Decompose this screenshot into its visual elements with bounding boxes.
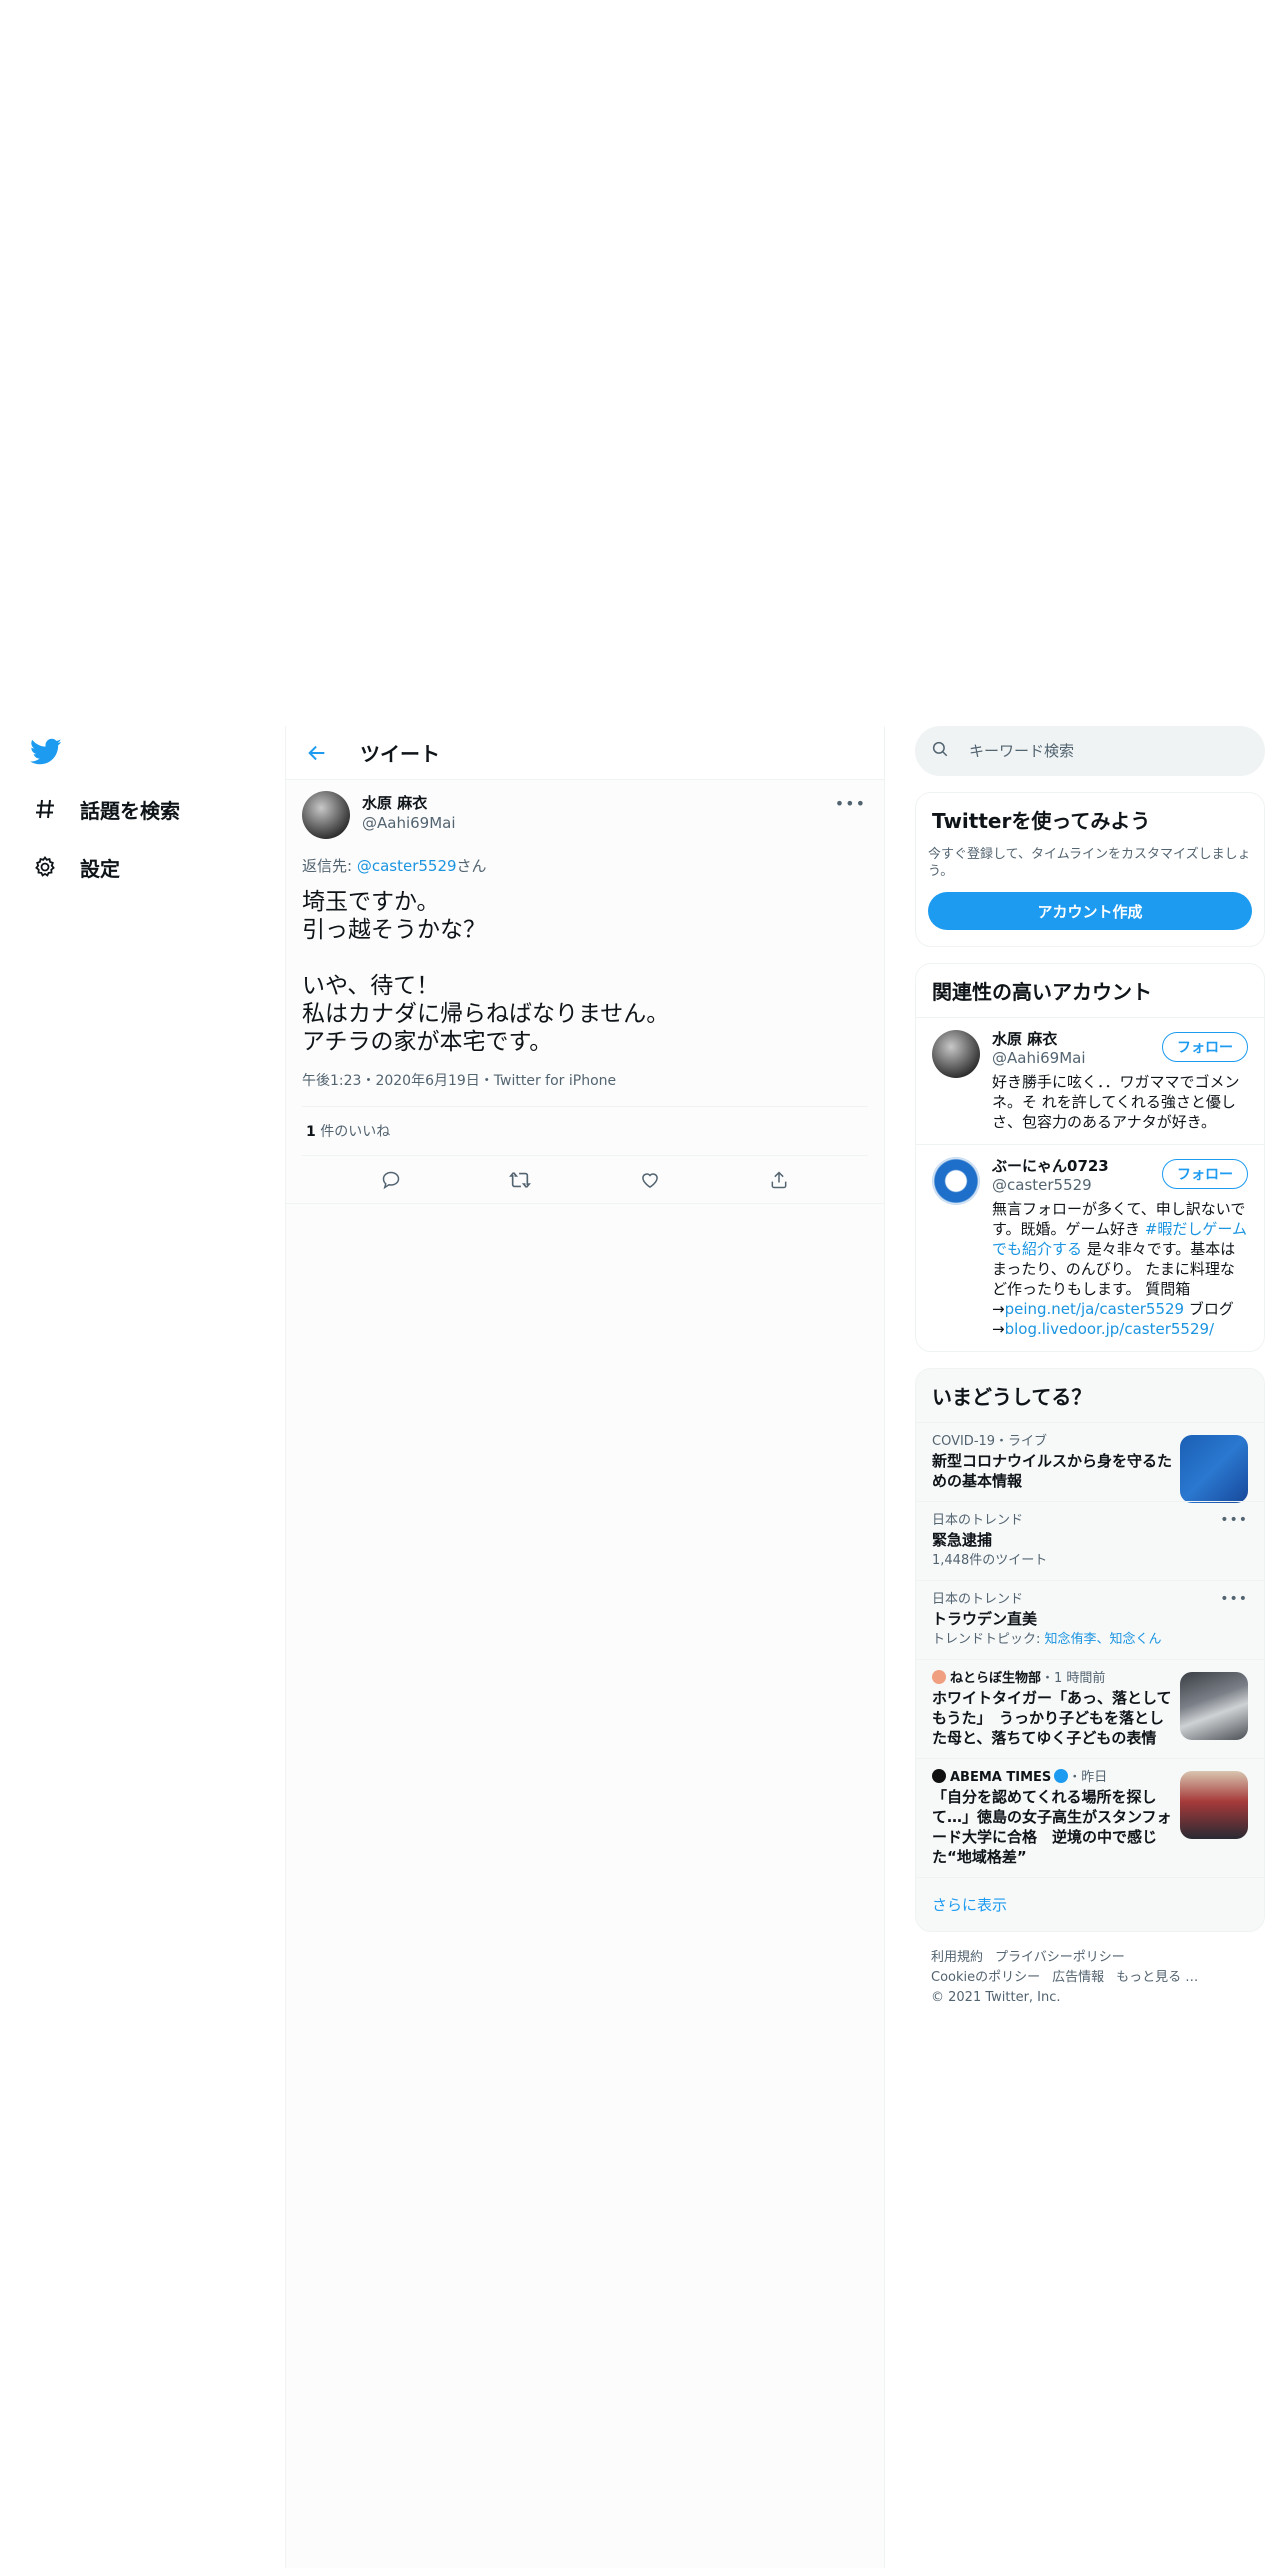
search-input[interactable] bbox=[969, 742, 1219, 760]
likes-count: 1 bbox=[306, 1124, 316, 1140]
main-header: ツイート bbox=[286, 726, 884, 780]
trend-title: 新型コロナウイルスから身を守るための基本情報 bbox=[932, 1452, 1173, 1490]
reply-suffix: さん bbox=[456, 857, 487, 875]
twitter-logo-icon[interactable] bbox=[30, 738, 62, 766]
terms-link[interactable]: 利用規約 bbox=[931, 1950, 983, 1965]
avatar[interactable] bbox=[932, 1157, 980, 1205]
avatar[interactable] bbox=[302, 791, 350, 839]
right-sidebar: Twitterを使ってみよう 今すぐ登録して、タイムラインをカスタマイズしましょ… bbox=[915, 726, 1265, 2024]
back-arrow-icon[interactable] bbox=[304, 740, 330, 766]
trend-topics: トレンドトピック: 知念侑李、知念くん bbox=[932, 1631, 1248, 1649]
trend-title: 緊急逮捕 bbox=[932, 1531, 993, 1549]
author-names: 水原 麻衣 @Aahi69Mai bbox=[362, 793, 456, 833]
trend-tweet-count: 1,448件のツイート bbox=[932, 1553, 1048, 1568]
trend-thumbnail bbox=[1180, 1771, 1248, 1839]
related-account[interactable]: ぶーにゃん0723 @caster5529 無言フォローが多くて、申し訳ないです… bbox=[916, 1144, 1264, 1351]
tweet-actions bbox=[286, 1156, 884, 1204]
gear-icon bbox=[32, 854, 58, 880]
source-time: ・1 時間前 bbox=[1041, 1671, 1106, 1686]
reply-icon[interactable] bbox=[374, 1163, 408, 1197]
ads-info-link[interactable]: 広告情報 bbox=[1052, 1970, 1104, 1985]
nav-explore[interactable]: 話題を検索 bbox=[32, 789, 180, 829]
account-bio: 無言フォローが多くて、申し訳ないです。既婚。ゲーム好き #暇だしゲームでも紹介す… bbox=[992, 1199, 1248, 1339]
author-display-name[interactable]: 水原 麻衣 bbox=[362, 793, 456, 813]
footer: 利用規約 プライバシーポリシー Cookieのポリシー 広告情報 もっと見る … © … bbox=[915, 1932, 1265, 2024]
trend-item[interactable]: 日本のトレンド 緊急逮捕 1,448件のツイート ••• bbox=[916, 1501, 1264, 1580]
related-accounts-title: 関連性の高いアカウント bbox=[932, 980, 1152, 1004]
trend-context: 日本のトレンド bbox=[932, 1513, 1024, 1528]
related-account[interactable]: 水原 麻衣 @Aahi69Mai 好き勝手に呟く．．ワガママでゴメンネ。そ れを… bbox=[916, 1017, 1264, 1144]
tweet-timestamp[interactable]: 午後1:23・2020年6月19日・Twitter for iPhone bbox=[302, 1070, 868, 1107]
more-options-icon[interactable]: ••• bbox=[835, 794, 866, 813]
copyright: © 2021 Twitter, Inc. bbox=[931, 1990, 1061, 2005]
footer-row: Cookieのポリシー 広告情報 もっと見る … bbox=[931, 1968, 1249, 1988]
source-time: ・昨日 bbox=[1068, 1770, 1108, 1785]
more-options-icon[interactable]: ••• bbox=[1220, 1591, 1248, 1607]
trend-topics-prefix: トレンドトピック: bbox=[932, 1632, 1045, 1647]
follow-button[interactable]: フォロー bbox=[1162, 1032, 1248, 1062]
main-column: ツイート 水原 麻衣 @Aahi69Mai ••• 返信先: @caster55… bbox=[285, 726, 885, 2568]
trends-title: いまどうしてる？ bbox=[932, 1385, 1092, 1409]
tweet: 水原 麻衣 @Aahi69Mai ••• 返信先: @caster5529さん … bbox=[286, 780, 884, 1204]
cookie-link[interactable]: Cookieのポリシー bbox=[931, 1970, 1040, 1985]
like-heart-icon[interactable] bbox=[633, 1163, 667, 1197]
trend-context: COVID-19・ライブ bbox=[932, 1434, 1048, 1449]
trends-card: いまどうしてる？ COVID-19・ライブ 新型コロナウイルスから身を守るための… bbox=[915, 1368, 1265, 1932]
retweet-icon[interactable] bbox=[503, 1163, 537, 1197]
more-options-icon[interactable]: ••• bbox=[1220, 1512, 1248, 1528]
more-link[interactable]: もっと見る … bbox=[1116, 1970, 1198, 1985]
trend-source: ねとらぼ生物部・1 時間前 bbox=[932, 1670, 1172, 1688]
footer-row: 利用規約 プライバシーポリシー bbox=[931, 1948, 1249, 1968]
likes-label: 件のいいね bbox=[315, 1124, 391, 1140]
nav-settings[interactable]: 設定 bbox=[32, 847, 120, 887]
signup-card: Twitterを使ってみよう 今すぐ登録して、タイムラインをカスタマイズしましょ… bbox=[915, 792, 1265, 947]
trend-context: 日本のトレンド bbox=[932, 1592, 1024, 1607]
share-icon[interactable] bbox=[762, 1163, 796, 1197]
reply-prefix: 返信先: bbox=[302, 857, 357, 875]
nav-settings-label: 設定 bbox=[80, 856, 120, 881]
privacy-link[interactable]: プライバシーポリシー bbox=[995, 1950, 1125, 1965]
trend-item[interactable]: ABEMA TIMES ・昨日 「自分を認めてくれる場所を探して…」徳島の女子高生… bbox=[916, 1758, 1264, 1877]
page-title: ツイート bbox=[360, 742, 440, 766]
search-bar bbox=[915, 726, 1265, 776]
related-accounts-card: 関連性の高いアカウント 水原 麻衣 @Aahi69Mai 好き勝手に呟く．．ワガ… bbox=[915, 963, 1265, 1352]
follow-button[interactable]: フォロー bbox=[1162, 1159, 1248, 1189]
account-bio: 好き勝手に呟く．．ワガママでゴメンネ。そ れを許してくれる強さと優しさ、包容力の… bbox=[992, 1073, 1240, 1131]
bio-url-link[interactable]: peing.net/ja/caster5529 bbox=[1005, 1300, 1185, 1318]
trend-thumbnail bbox=[1180, 1435, 1248, 1503]
page: 話題を検索 設定 ツイート 水原 麻衣 @Aahi69Mai ••• 返信先: … bbox=[0, 0, 1284, 2568]
trend-thumbnail bbox=[1180, 1672, 1248, 1740]
avatar[interactable] bbox=[932, 1030, 980, 1078]
source-name: ABEMA TIMES bbox=[950, 1770, 1052, 1785]
source-avatar-icon bbox=[932, 1769, 946, 1783]
verified-badge-icon bbox=[1054, 1769, 1069, 1783]
trend-item[interactable]: COVID-19・ライブ 新型コロナウイルスから身を守るための基本情報 bbox=[916, 1422, 1264, 1503]
trend-item[interactable]: 日本のトレンド トラウデン直美 トレンドトピック: 知念侑李、知念くん ••• bbox=[916, 1580, 1264, 1659]
likes-row[interactable]: 1 件のいいね bbox=[302, 1107, 868, 1156]
show-more-link[interactable]: さらに表示 bbox=[916, 1877, 1264, 1931]
nav-explore-label: 話題を検索 bbox=[80, 798, 180, 823]
source-name: ねとらぼ生物部 bbox=[950, 1671, 1042, 1686]
search-icon bbox=[931, 740, 949, 762]
trend-title: トラウデン直美 bbox=[932, 1610, 1038, 1628]
tweet-text: 埼玉ですか。 引っ越そうかな？ いや、待て！ 私はカナダに帰らねばなりません。 … bbox=[302, 889, 670, 1055]
trend-title: ホワイトタイガー「あっ、落としてもうた」 うっかり子どもを落とした母と、落ちてゆ… bbox=[932, 1689, 1172, 1747]
create-account-button[interactable]: アカウント作成 bbox=[928, 892, 1252, 930]
source-avatar-icon bbox=[932, 1670, 946, 1684]
hashtag-icon bbox=[32, 796, 58, 822]
trend-title: 「自分を認めてくれる場所を探して…」徳島の女子高生がスタンフォード大学に合格 逆… bbox=[932, 1788, 1172, 1866]
signup-title: Twitterを使ってみよう bbox=[932, 809, 1151, 833]
trend-source: ABEMA TIMES ・昨日 bbox=[932, 1769, 1172, 1787]
tweet-author: 水原 麻衣 @Aahi69Mai ••• bbox=[302, 790, 868, 839]
reply-to-line: 返信先: @caster5529さん bbox=[302, 855, 868, 876]
signup-description: 今すぐ登録して、タイムラインをカスタマイズしましょう。 bbox=[928, 847, 1251, 879]
reply-handle-link[interactable]: @caster5529 bbox=[357, 857, 457, 875]
trend-topics-links[interactable]: 知念侑李、知念くん bbox=[1045, 1632, 1162, 1647]
trend-item[interactable]: ねとらぼ生物部・1 時間前 ホワイトタイガー「あっ、落としてもうた」 うっかり子… bbox=[916, 1659, 1264, 1758]
author-handle[interactable]: @Aahi69Mai bbox=[362, 813, 456, 833]
bio-url-link[interactable]: blog.livedoor.jp/caster5529/ bbox=[1005, 1320, 1215, 1338]
